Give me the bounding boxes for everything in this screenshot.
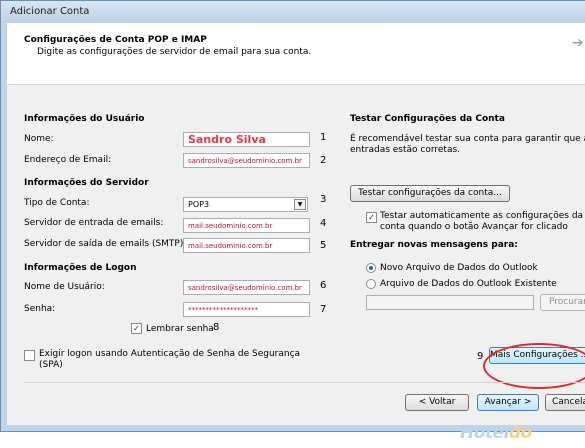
existing-data-file-radio[interactable] xyxy=(366,279,376,289)
spa-label: Exigir logon usando Autenticação de Senh… xyxy=(39,349,301,359)
header-subtitle: Digite as configurações de servidor de e… xyxy=(37,47,312,57)
incoming-server-field[interactable]: mail.seudominio.com.br xyxy=(183,218,310,233)
add-account-window: Adicionar Conta Configurações de Conta P… xyxy=(0,0,585,432)
new-data-file-radio[interactable] xyxy=(366,263,376,273)
watermark-main: Hotel xyxy=(460,423,509,443)
outgoing-server-field[interactable]: mail.seudominio.com.br xyxy=(183,238,310,253)
auto-test-label-line2: conta quando o botão Avançar for clicado xyxy=(380,222,568,232)
annotation-3: 3 xyxy=(320,194,327,205)
annotation-9: 9 xyxy=(477,351,484,362)
auto-test-label-line1: Testar automaticamente as configurações … xyxy=(380,211,584,221)
arrow-right-icon: ➔ xyxy=(572,35,584,51)
username-field[interactable]: sandrosilva@seudominio.com.br xyxy=(183,280,310,295)
title-bar[interactable]: Adicionar Conta xyxy=(1,1,585,23)
test-description-line2: entradas estão corretas. xyxy=(350,145,461,155)
auto-test-checkbox[interactable]: ✓ xyxy=(366,212,377,223)
annotation-8: 8 xyxy=(213,322,220,333)
header-title: Configurações de Conta POP e IMAP xyxy=(24,35,207,45)
deliver-messages-heading: Entregar novas mensagens para: xyxy=(350,240,518,250)
new-data-file-label: Novo Arquivo de Dados do Outlook xyxy=(380,263,538,273)
next-button[interactable]: Avançar > xyxy=(477,394,539,411)
cancel-button[interactable]: Cancelar xyxy=(545,394,585,411)
account-type-select[interactable]: POP3 ▼ xyxy=(183,197,308,212)
annotation-5: 5 xyxy=(320,240,327,251)
watermark-accent: do xyxy=(508,423,532,443)
dialog-body: Configurações de Conta POP e IMAP Digite… xyxy=(7,23,585,425)
browse-button[interactable]: Procurar xyxy=(540,294,585,311)
annotation-4: 4 xyxy=(320,218,327,229)
name-field[interactable]: Sandro Silva xyxy=(183,132,310,147)
remember-password-label: Lembrar senha xyxy=(146,324,214,334)
chevron-down-icon[interactable]: ▼ xyxy=(294,199,306,210)
test-description-line1: É recomendável testar sua conta para gar… xyxy=(350,134,585,144)
password-label: Senha: xyxy=(24,304,56,314)
window-title: Adicionar Conta xyxy=(10,6,90,17)
annotation-7: 7 xyxy=(320,304,327,315)
outgoing-server-label: Servidor de saída de emails (SMTP): xyxy=(24,239,187,249)
test-account-settings-button[interactable]: Testar configurações da conta... xyxy=(350,185,510,202)
annotation-2: 2 xyxy=(320,155,327,166)
spa-checkbox[interactable] xyxy=(24,350,35,361)
email-field[interactable]: sandrosilva@seudominio.com.br xyxy=(183,153,310,168)
account-type-label: Tipo de Conta: xyxy=(24,198,90,208)
existing-data-file-label: Arquivo de Dados do Outlook Existente xyxy=(380,279,557,289)
server-info-heading: Informações do Servidor xyxy=(24,178,149,188)
back-button[interactable]: < Voltar xyxy=(405,394,469,411)
footer-divider xyxy=(24,382,585,383)
dialog-header: Configurações de Conta POP e IMAP Digite… xyxy=(7,23,585,85)
logon-info-heading: Informações de Logon xyxy=(24,263,137,273)
email-label: Endereço de Email: xyxy=(24,155,112,165)
incoming-server-label: Servidor de entrada de emails: xyxy=(24,218,164,228)
account-type-value: POP3 xyxy=(188,200,210,209)
user-info-heading: Informações do Usuário xyxy=(24,114,145,124)
remember-password-checkbox[interactable]: ✓ xyxy=(131,323,142,334)
username-label: Nome de Usuário: xyxy=(24,282,105,292)
annotation-6: 6 xyxy=(320,280,327,291)
name-label: Nome: xyxy=(24,134,54,144)
watermark-logo: Hoteldo xyxy=(460,423,532,443)
data-file-path-field xyxy=(366,295,534,310)
test-settings-heading: Testar Configurações da Conta xyxy=(350,114,505,124)
annotation-1: 1 xyxy=(320,132,327,143)
spa-label-line2: (SPA) xyxy=(39,360,63,370)
password-field[interactable]: ******************** xyxy=(183,302,310,317)
